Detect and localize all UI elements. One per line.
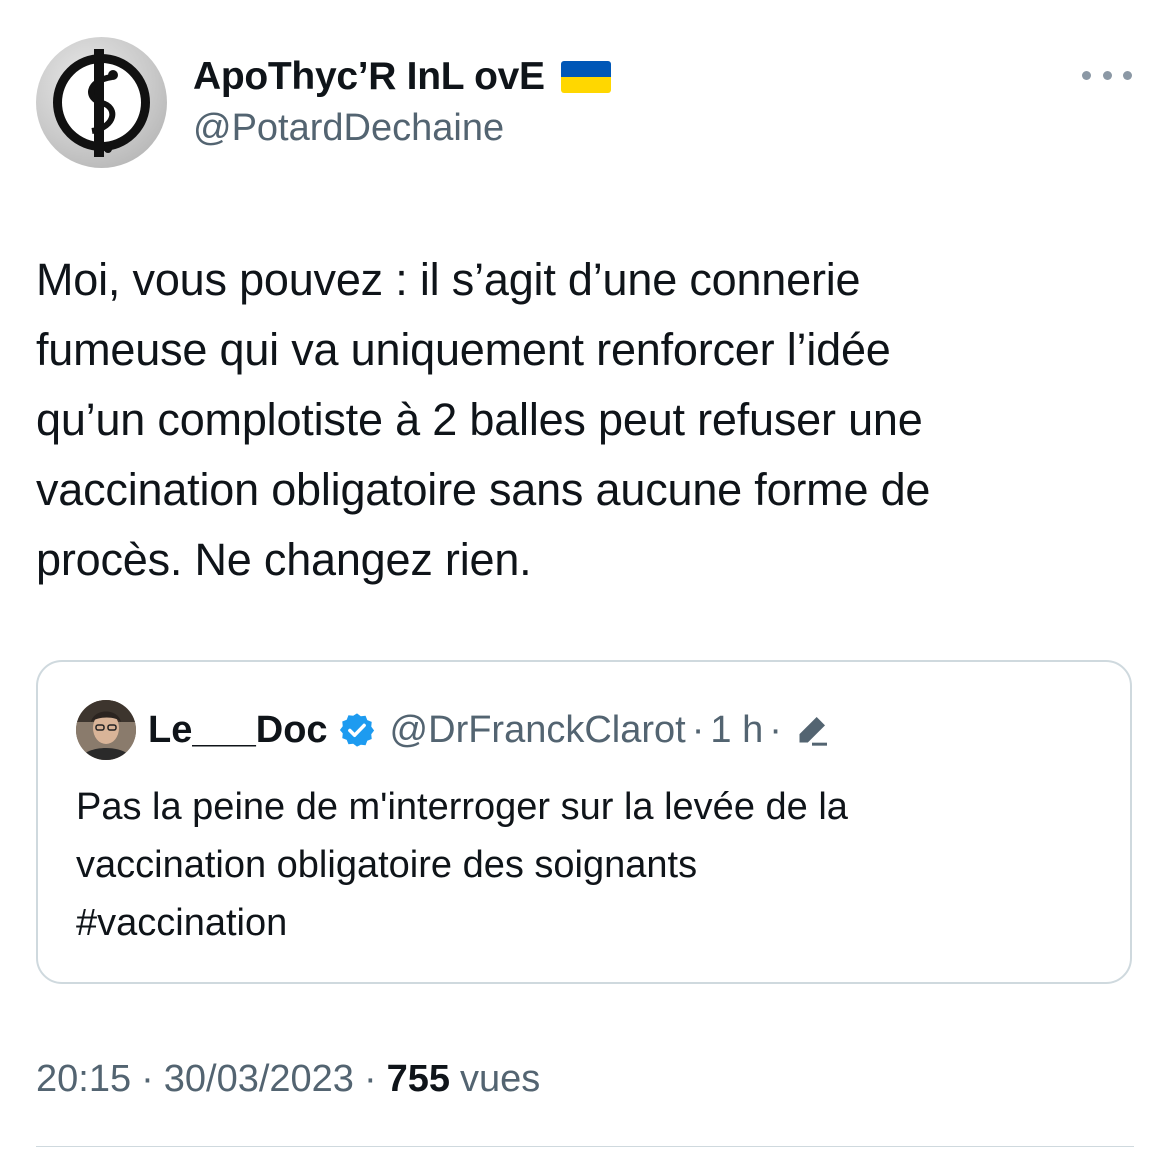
quoted-tweet-card[interactable]: Le___Doc @DrFranckClarot · 1 h · Pas la … xyxy=(36,660,1132,984)
quote-handle[interactable]: @DrFranckClarot xyxy=(390,709,686,752)
meta-separator: · xyxy=(141,1058,154,1100)
meta-separator-2: · xyxy=(363,1058,377,1100)
quote-header: Le___Doc @DrFranckClarot · 1 h · xyxy=(148,705,832,755)
verified-badge-icon xyxy=(339,713,374,747)
views-label: vues xyxy=(460,1058,541,1100)
tweet-date[interactable]: 30/03/2023 xyxy=(164,1058,354,1101)
views-count[interactable]: 755 xyxy=(387,1058,450,1101)
tweet: ApoThyc’R InL ovE @PotardDechaine Moi, v… xyxy=(0,0,1170,1165)
more-options-icon[interactable] xyxy=(1082,62,1132,88)
author-display-name[interactable]: ApoThyc’R InL ovE xyxy=(193,55,545,99)
caduceus-logo-icon xyxy=(53,49,150,157)
quote-display-name[interactable]: Le___Doc xyxy=(148,709,328,752)
tweet-time[interactable]: 20:15 xyxy=(36,1058,131,1101)
divider xyxy=(36,1146,1134,1147)
quote-separator-dot-2: · xyxy=(769,708,782,751)
quote-author-avatar[interactable] xyxy=(76,700,136,760)
author-handle[interactable]: @PotardDechaine xyxy=(193,107,504,150)
author-name-row: ApoThyc’R InL ovE xyxy=(193,52,611,102)
portrait-photo-icon xyxy=(76,700,136,760)
tweet-text: Moi, vous pouvez : il s’agit d’une conne… xyxy=(36,254,931,585)
quote-time[interactable]: 1 h xyxy=(710,709,763,752)
quote-separator-dot: · xyxy=(691,708,705,751)
author-avatar[interactable] xyxy=(36,37,167,168)
quote-text: Pas la peine de m'interroger sur la levé… xyxy=(76,786,848,944)
edit-pencil-icon xyxy=(799,717,827,746)
tweet-meta: 20:15 · 30/03/2023 · 755 vues xyxy=(36,1058,540,1101)
ukraine-flag-icon xyxy=(560,61,611,93)
